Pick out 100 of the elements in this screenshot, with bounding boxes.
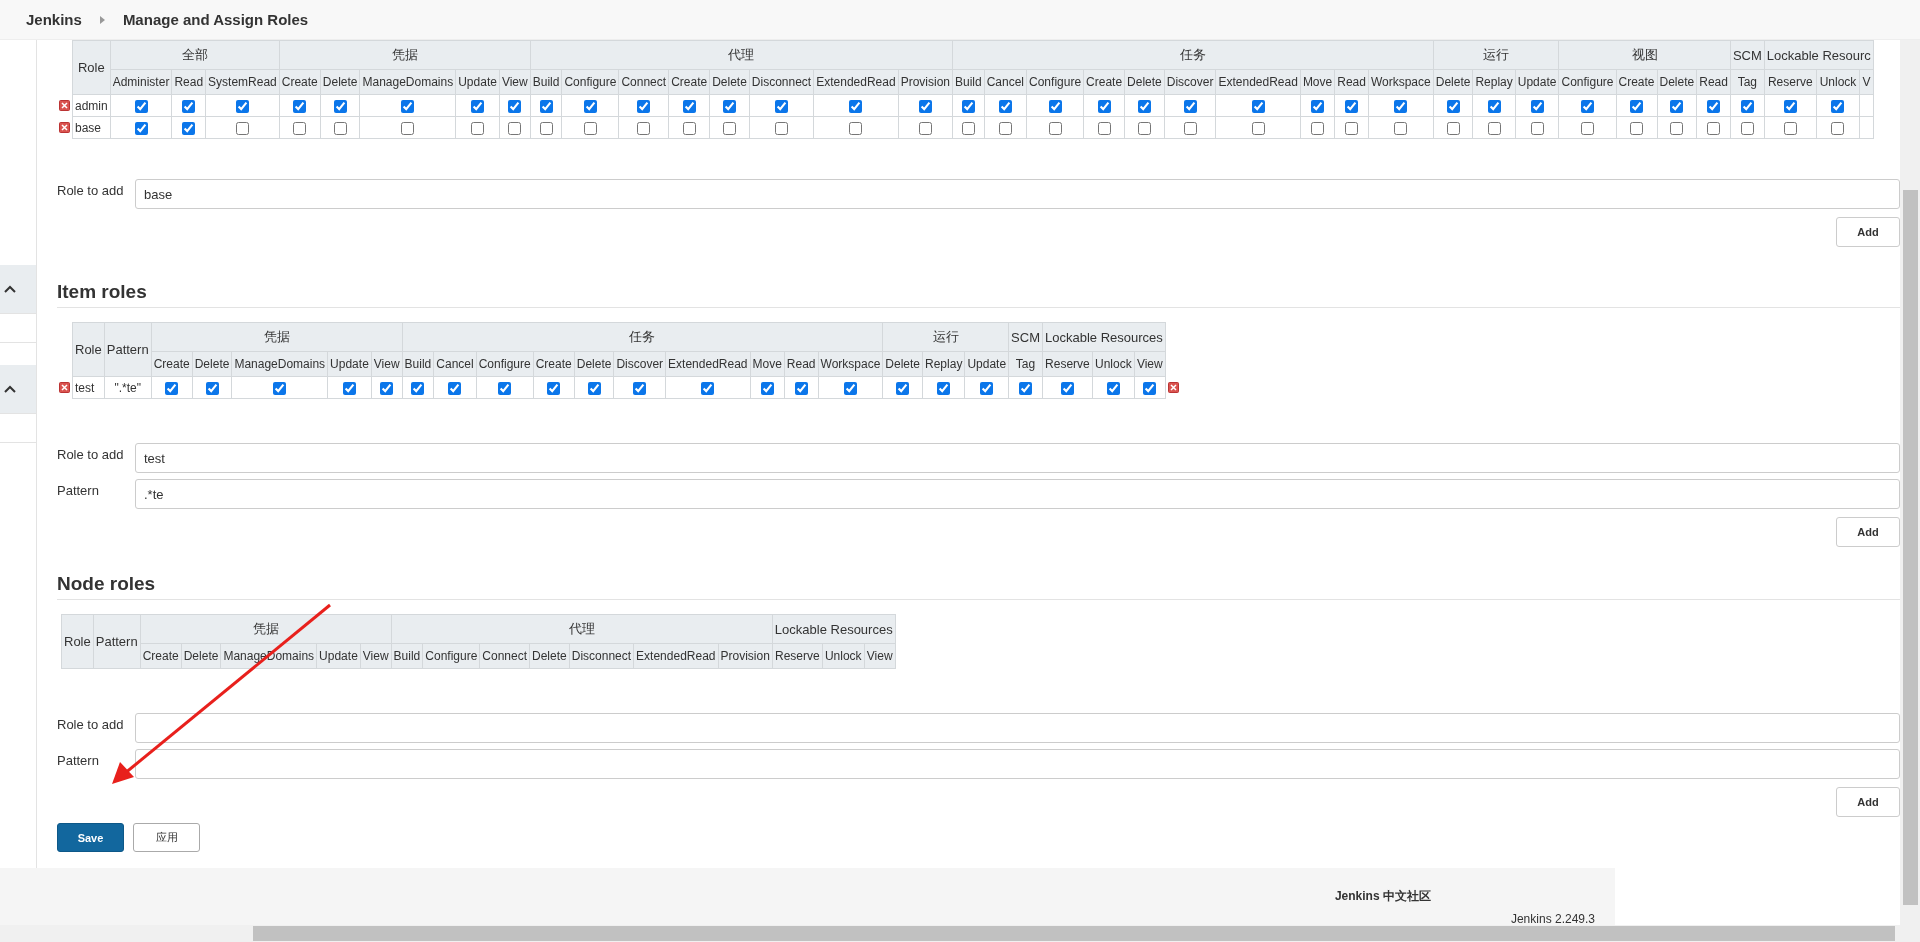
input-field[interactable] (135, 749, 1900, 779)
permission-checkbox[interactable] (508, 99, 522, 113)
permission-checkbox[interactable] (380, 381, 394, 395)
permission-checkbox[interactable] (723, 121, 736, 135)
permission-checkbox[interactable] (961, 121, 975, 135)
permission-checkbox[interactable] (1137, 99, 1151, 113)
permission-checkbox[interactable] (134, 121, 148, 135)
permission-checkbox[interactable] (723, 99, 736, 113)
delete-icon[interactable] (59, 122, 70, 133)
permission-checkbox[interactable] (961, 99, 975, 113)
permission-checkbox[interactable] (637, 99, 651, 113)
permission-checkbox[interactable] (587, 381, 601, 395)
permission-checkbox[interactable] (775, 99, 789, 113)
permission-checkbox[interactable] (182, 121, 196, 135)
permission-checkbox[interactable] (1345, 99, 1359, 113)
permission-checkbox[interactable] (918, 121, 932, 135)
permission-checkbox[interactable] (471, 121, 485, 135)
permission-checkbox[interactable] (682, 121, 696, 135)
chevron-up-icon[interactable] (4, 385, 16, 393)
permission-checkbox[interactable] (583, 121, 597, 135)
permission-checkbox[interactable] (637, 121, 651, 135)
permission-checkbox[interactable] (165, 381, 179, 395)
permission-checkbox[interactable] (1097, 121, 1111, 135)
permission-checkbox[interactable] (182, 99, 196, 113)
input-field[interactable]: test (135, 443, 1900, 473)
permission-checkbox[interactable] (1831, 121, 1845, 135)
save-button[interactable]: Save (57, 823, 124, 852)
permission-checkbox[interactable] (235, 99, 249, 113)
permission-checkbox[interactable] (1581, 99, 1594, 113)
delete-icon[interactable] (1167, 382, 1179, 393)
permission-checkbox[interactable] (1783, 99, 1797, 113)
permission-checkbox[interactable] (205, 381, 219, 395)
permission-checkbox[interactable] (273, 381, 287, 395)
permission-checkbox[interactable] (235, 121, 249, 135)
vertical-scrollbar[interactable] (1900, 40, 1920, 925)
permission-checkbox[interactable] (1446, 121, 1460, 135)
permission-checkbox[interactable] (849, 121, 863, 135)
breadcrumb-link[interactable]: Jenkins (26, 11, 82, 28)
permission-checkbox[interactable] (1183, 121, 1197, 135)
permission-checkbox[interactable] (1740, 99, 1754, 113)
permission-checkbox[interactable] (1783, 121, 1797, 135)
input-field[interactable] (135, 713, 1900, 743)
permission-checkbox[interactable] (547, 381, 561, 395)
permission-checkbox[interactable] (1530, 121, 1544, 135)
permission-checkbox[interactable] (293, 121, 307, 135)
permission-checkbox[interactable] (1630, 121, 1643, 135)
delete-icon[interactable] (59, 382, 70, 393)
permission-checkbox[interactable] (843, 381, 857, 395)
permission-checkbox[interactable] (583, 99, 597, 113)
permission-checkbox[interactable] (401, 121, 415, 135)
permission-checkbox[interactable] (448, 381, 462, 395)
permission-checkbox[interactable] (411, 381, 425, 395)
permission-checkbox[interactable] (1581, 121, 1594, 135)
permission-checkbox[interactable] (1630, 99, 1643, 113)
delete-icon[interactable] (59, 100, 70, 111)
breadcrumb-link[interactable]: Manage and Assign Roles (122, 11, 309, 28)
permission-checkbox[interactable] (1106, 381, 1120, 395)
permission-checkbox[interactable] (1048, 121, 1062, 135)
apply-button[interactable]: 应用 (133, 823, 200, 852)
permission-checkbox[interactable] (760, 381, 774, 395)
permission-checkbox[interactable] (498, 381, 512, 395)
permission-checkbox[interactable] (333, 99, 347, 113)
permission-checkbox[interactable] (401, 99, 415, 113)
permission-checkbox[interactable] (1048, 99, 1062, 113)
permission-checkbox[interactable] (1530, 99, 1544, 113)
permission-checkbox[interactable] (293, 99, 307, 113)
community-link[interactable]: Jenkins 中文社区 (1334, 888, 1431, 905)
permission-checkbox[interactable] (1097, 99, 1111, 113)
input-field[interactable]: base (135, 179, 1900, 209)
permission-checkbox[interactable] (508, 121, 522, 135)
permission-checkbox[interactable] (1446, 99, 1460, 113)
permission-checkbox[interactable] (1831, 99, 1845, 113)
permission-checkbox[interactable] (918, 99, 932, 113)
permission-checkbox[interactable] (1183, 99, 1197, 113)
permission-checkbox[interactable] (1345, 121, 1359, 135)
permission-checkbox[interactable] (471, 99, 485, 113)
permission-checkbox[interactable] (633, 381, 647, 395)
permission-checkbox[interactable] (1670, 121, 1684, 135)
permission-checkbox[interactable] (775, 121, 789, 135)
permission-checkbox[interactable] (980, 381, 994, 395)
permission-checkbox[interactable] (1487, 121, 1501, 135)
permission-checkbox[interactable] (1143, 381, 1157, 395)
input-field[interactable]: .*te (135, 479, 1900, 509)
permission-checkbox[interactable] (998, 121, 1012, 135)
permission-checkbox[interactable] (849, 99, 863, 113)
permission-checkbox[interactable] (1251, 99, 1265, 113)
permission-checkbox[interactable] (701, 381, 715, 395)
add-button[interactable]: Add (1836, 517, 1900, 547)
permission-checkbox[interactable] (1487, 99, 1501, 113)
permission-checkbox[interactable] (1670, 99, 1684, 113)
permission-checkbox[interactable] (794, 381, 808, 395)
add-button[interactable]: Add (1836, 787, 1900, 817)
permission-checkbox[interactable] (1137, 121, 1151, 135)
permission-checkbox[interactable] (1707, 99, 1721, 113)
permission-checkbox[interactable] (1707, 121, 1721, 135)
permission-checkbox[interactable] (134, 99, 148, 113)
permission-checkbox[interactable] (1019, 381, 1033, 395)
add-button[interactable]: Add (1836, 217, 1900, 247)
permission-checkbox[interactable] (1394, 99, 1408, 113)
permission-checkbox[interactable] (1060, 381, 1074, 395)
